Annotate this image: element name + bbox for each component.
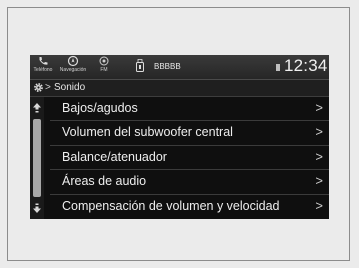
gear-icon[interactable] bbox=[33, 82, 44, 93]
signal-indicator bbox=[276, 64, 280, 71]
scroll-thumb[interactable] bbox=[33, 119, 41, 197]
list-item-label: Áreas de audio bbox=[62, 174, 147, 189]
list-item[interactable]: Compensación de volumen y velocidad > bbox=[50, 195, 329, 219]
scrollbar[interactable] bbox=[30, 97, 44, 219]
status-bar: Teléfono Navegación FM BBBBB 12:34 bbox=[30, 55, 329, 80]
phone-label: Teléfono bbox=[33, 67, 53, 73]
list-item[interactable]: Áreas de audio > bbox=[50, 170, 329, 195]
page-title: Sonido bbox=[54, 82, 86, 93]
list-item[interactable]: Balance/atenuador > bbox=[50, 146, 329, 171]
chevron-right-icon: > bbox=[315, 100, 323, 115]
list-item-label: Volumen del subwoofer central bbox=[62, 125, 233, 140]
navigation-icon bbox=[67, 55, 79, 67]
navigation-label: Navegación bbox=[59, 67, 87, 73]
list-item[interactable]: Bajos/agudos > bbox=[50, 97, 329, 122]
breadcrumb-separator: > bbox=[45, 82, 51, 93]
phone-shortcut[interactable]: Teléfono bbox=[32, 55, 54, 73]
fm-shortcut[interactable]: FM bbox=[96, 55, 112, 73]
breadcrumb: > Sonido bbox=[30, 80, 329, 97]
navigation-shortcut[interactable]: Navegación bbox=[58, 55, 88, 73]
chevron-right-icon: > bbox=[315, 124, 323, 140]
fm-radio-icon bbox=[99, 56, 109, 66]
phone-icon bbox=[39, 57, 48, 65]
menu-list: Bajos/agudos > Volumen del subwoofer cen… bbox=[50, 97, 329, 219]
fm-label: FM bbox=[100, 67, 108, 73]
clock: 12:34 bbox=[284, 56, 328, 75]
scroll-down-icon[interactable] bbox=[31, 201, 43, 215]
source-label: BBBBB bbox=[154, 62, 181, 71]
infotainment-screen: Teléfono Navegación FM BBBBB 12:34 > Son… bbox=[30, 55, 329, 219]
list-item-label: Balance/atenuador bbox=[62, 149, 167, 164]
usb-icon bbox=[136, 59, 144, 72]
list-item-label: Compensación de volumen y velocidad bbox=[62, 198, 280, 213]
chevron-right-icon: > bbox=[315, 148, 323, 164]
chevron-right-icon: > bbox=[315, 197, 323, 213]
usb-source[interactable] bbox=[134, 59, 146, 78]
chevron-right-icon: > bbox=[315, 173, 323, 189]
list-item-label: Bajos/agudos bbox=[62, 101, 138, 115]
list-item[interactable]: Volumen del subwoofer central > bbox=[50, 121, 329, 146]
scroll-up-icon[interactable] bbox=[31, 101, 43, 115]
